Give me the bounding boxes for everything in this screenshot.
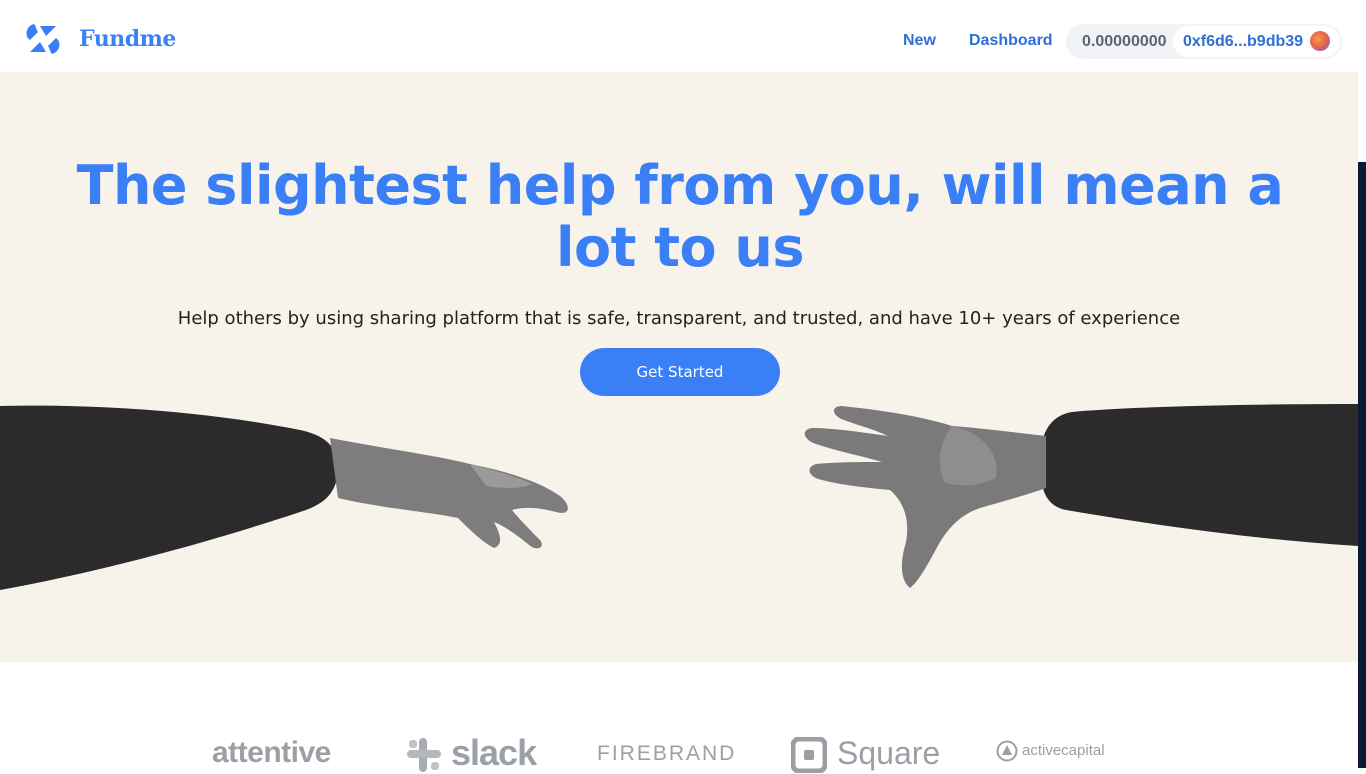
hero-subtitle: Help others by using sharing platform th… xyxy=(177,308,1181,329)
site-header: Fundme New Dashboard 0.00000000 0xf6d6..… xyxy=(0,0,1358,72)
wallet-avatar-icon xyxy=(1310,31,1330,51)
hero-title: The slightest help from you, will mean a… xyxy=(76,154,1284,279)
left-hand xyxy=(330,438,568,549)
partner-logos: attentive slack FIREBRAND Square activec… xyxy=(0,662,1358,773)
get-started-button[interactable]: Get Started xyxy=(580,348,780,396)
hero-section: The slightest help from you, will mean a… xyxy=(0,72,1358,662)
wallet-balance: 0.00000000 xyxy=(1082,33,1167,50)
fundme-logo-icon[interactable] xyxy=(22,18,64,60)
partner-firebrand-logo: FIREBRAND xyxy=(597,742,737,765)
nav-dashboard-link[interactable]: Dashboard xyxy=(969,32,1053,50)
wallet-address: 0xf6d6...b9db39 xyxy=(1183,33,1304,50)
reaching-hands-image xyxy=(0,404,1358,590)
page-scrollbar-thumb[interactable] xyxy=(1358,0,1366,162)
right-hand xyxy=(804,406,1046,588)
activecapital-wordmark: activecapital xyxy=(1022,742,1105,759)
nav-new-link[interactable]: New xyxy=(903,32,936,50)
wallet-account-button[interactable]: 0xf6d6...b9db39 xyxy=(1173,26,1340,57)
square-wordmark: Square xyxy=(837,735,941,771)
wallet-widget: 0.00000000 0xf6d6...b9db39 xyxy=(1066,24,1342,59)
partner-attentive-logo: attentive xyxy=(212,736,331,769)
activecapital-icon xyxy=(996,740,1018,762)
left-sleeve xyxy=(0,405,339,590)
brand-name[interactable]: Fundme xyxy=(79,26,176,52)
slack-icon xyxy=(407,738,441,772)
right-sleeve xyxy=(1040,404,1358,546)
